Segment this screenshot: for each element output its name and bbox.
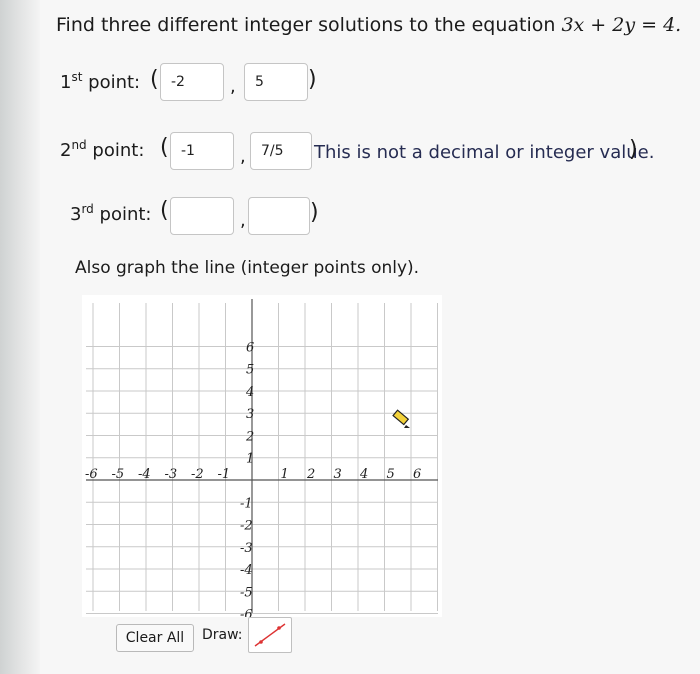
x-tick-label: 1 bbox=[281, 467, 289, 482]
point-2-y-value: 7/5 bbox=[261, 143, 284, 159]
point-1-text: point: bbox=[82, 72, 141, 93]
close-paren: ) bbox=[308, 67, 317, 92]
x-tick-label: -5 bbox=[112, 467, 125, 482]
y-tick-label: -1 bbox=[240, 496, 253, 511]
point-2-number: 2 bbox=[60, 140, 72, 161]
y-tick-label: 6 bbox=[246, 340, 254, 355]
y-tick-label: 2 bbox=[245, 429, 254, 444]
point-2-label: 2nd point: bbox=[60, 138, 144, 161]
point-2-text: point: bbox=[86, 140, 145, 161]
close-paren: ) bbox=[629, 137, 638, 162]
close-paren: ) bbox=[310, 200, 319, 225]
graph-area[interactable]: -6 -5 -4 -3 -2 -1 1 2 3 4 5 6 6 5 4 3 2 1 -1 -2 -3 -4 -5 -6 bbox=[82, 295, 442, 617]
question-text: Find three different integer solutions t… bbox=[56, 14, 681, 36]
point-3-y-input[interactable] bbox=[248, 197, 310, 235]
point-1-x-input[interactable]: -2 bbox=[160, 63, 224, 101]
y-tick-label: 4 bbox=[245, 385, 254, 400]
pencil-tip bbox=[404, 425, 410, 428]
x-tick-label: 4 bbox=[359, 467, 368, 482]
x-tick-label: -3 bbox=[165, 467, 178, 482]
y-tick-label: -3 bbox=[240, 541, 253, 556]
open-paren: ( bbox=[160, 198, 169, 223]
point-3-text: point: bbox=[93, 204, 152, 225]
y-tick-label: 3 bbox=[246, 407, 254, 422]
point-1-x-value: -2 bbox=[171, 74, 185, 90]
pencil-body bbox=[392, 409, 410, 426]
y-tick-label: -4 bbox=[240, 563, 253, 578]
x-tick-label: 6 bbox=[413, 467, 421, 482]
y-tick-label: -5 bbox=[240, 585, 253, 600]
comma: , bbox=[240, 146, 246, 167]
y-tick-label: 5 bbox=[246, 363, 254, 378]
x-tick-label: 2 bbox=[306, 467, 315, 482]
draw-label: Draw: bbox=[202, 627, 243, 643]
point-3-number: 3 bbox=[70, 204, 82, 225]
x-tick-label: 3 bbox=[334, 467, 342, 482]
point-1-number: 1 bbox=[60, 72, 72, 93]
graph-instruction: Also graph the line (integer points only… bbox=[75, 258, 420, 278]
question-prompt: Find three different integer solutions t… bbox=[56, 14, 562, 36]
point-2-x-value: -1 bbox=[181, 143, 195, 159]
x-tick-label: -6 bbox=[85, 467, 98, 482]
open-paren: ( bbox=[160, 135, 169, 160]
clear-all-button[interactable]: Clear All bbox=[116, 624, 194, 652]
y-tick-label: -2 bbox=[240, 519, 253, 534]
equation: 3x + 2y = 4. bbox=[561, 14, 682, 36]
point-3-label: 3rd point: bbox=[70, 202, 152, 225]
x-tick-label: -2 bbox=[191, 467, 204, 482]
point-3-x-input[interactable] bbox=[170, 197, 234, 235]
point-2-x-input[interactable]: -1 bbox=[170, 132, 234, 170]
comma: , bbox=[240, 210, 246, 231]
x-tick-label: 5 bbox=[387, 467, 395, 482]
y-tick-label: 1 bbox=[246, 452, 254, 467]
draw-line-tool-button[interactable] bbox=[248, 617, 292, 653]
point-1-y-input[interactable]: 5 bbox=[244, 63, 308, 101]
comma: , bbox=[230, 76, 236, 97]
x-tick-label: -1 bbox=[218, 467, 231, 482]
grid-lines bbox=[86, 303, 438, 615]
point-2-y-input[interactable]: 7/5 bbox=[250, 132, 312, 170]
open-paren: ( bbox=[150, 67, 159, 92]
x-tick-label: -4 bbox=[138, 467, 151, 482]
screen-edge bbox=[0, 0, 40, 674]
point-1-y-value: 5 bbox=[255, 74, 264, 90]
y-tick-label: -6 bbox=[240, 608, 253, 617]
coordinate-grid[interactable]: -6 -5 -4 -3 -2 -1 1 2 3 4 5 6 6 5 4 3 2 1 -1 -2 -3 -4 -5 -6 bbox=[82, 295, 442, 617]
point-1-label: 1st point: bbox=[60, 70, 140, 93]
line-tool-icon bbox=[254, 623, 286, 647]
point-2-suffix: nd bbox=[71, 138, 87, 152]
point-1-suffix: st bbox=[71, 70, 83, 84]
validation-warning: This is not a decimal or integer value. bbox=[314, 142, 655, 163]
point-3-suffix: rd bbox=[81, 202, 94, 216]
